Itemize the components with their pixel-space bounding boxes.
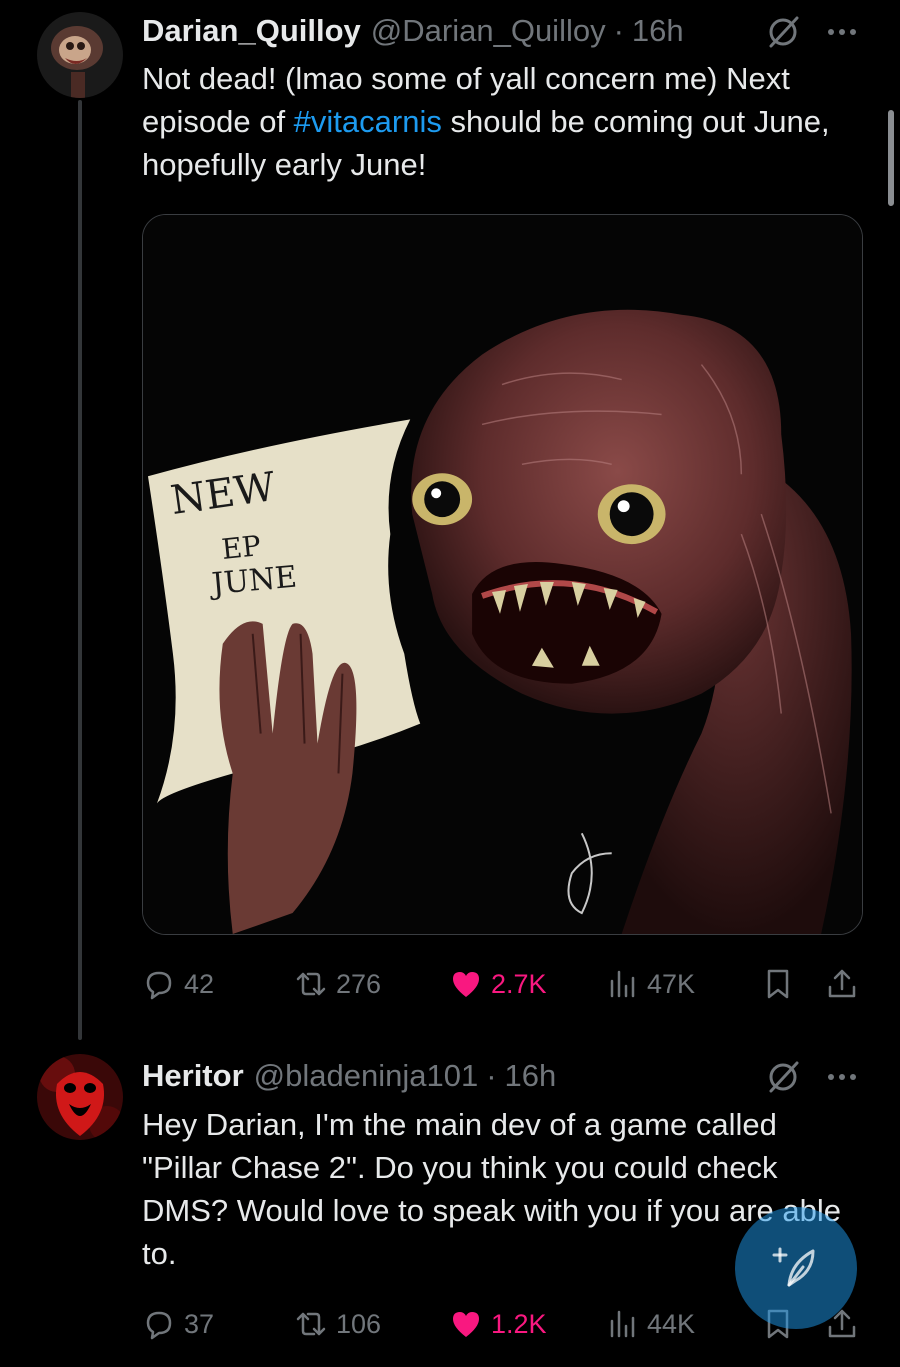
reply-count: 37 [184, 1308, 215, 1339]
bookmark-icon [767, 969, 789, 999]
reply-button[interactable]: 42 [142, 962, 214, 1006]
like-count: 2.7K [491, 968, 547, 999]
grok-icon[interactable] [763, 1057, 803, 1097]
avatar[interactable] [37, 1054, 123, 1140]
like-button[interactable]: 1.2K [449, 1302, 547, 1346]
views-icon [610, 970, 635, 998]
repost-count: 276 [336, 968, 382, 999]
tweet-header: Darian_Quilloy @Darian_Quilloy · 16h [142, 11, 684, 51]
repost-count: 106 [336, 1308, 382, 1339]
heart-icon [453, 1312, 479, 1337]
reply-button[interactable]: 37 [142, 1302, 214, 1346]
repost-icon [296, 972, 326, 996]
scrollbar[interactable] [888, 110, 894, 206]
reply-count: 42 [184, 968, 215, 999]
reply-icon [146, 971, 172, 1000]
views-count: 44K [647, 1308, 696, 1339]
views-count: 47K [647, 968, 696, 999]
reply-icon [146, 1311, 172, 1340]
tweet-image[interactable]: NEW EP JUNE [142, 214, 863, 935]
avatar[interactable] [37, 12, 123, 98]
repost-button[interactable]: 106 [294, 1302, 381, 1346]
heart-icon [453, 972, 479, 997]
author-handle[interactable]: @Darian_Quilloy [371, 13, 606, 49]
repost-button[interactable]: 276 [294, 962, 381, 1006]
views-icon [610, 1310, 635, 1338]
tweet-actions: 42 276 2.7K 47K [142, 962, 862, 1006]
note-line-2: EP [220, 529, 262, 566]
author-name[interactable]: Heritor [142, 1058, 244, 1094]
share-button[interactable] [825, 962, 867, 1006]
author-name[interactable]: Darian_Quilloy [142, 13, 361, 49]
compose-button[interactable] [735, 1207, 857, 1329]
grok-icon[interactable] [763, 12, 803, 52]
thread-connector-line [78, 100, 82, 1040]
tweet-header: Heritor @bladeninja101 · 16h [142, 1056, 556, 1096]
views-button[interactable]: 47K [605, 962, 695, 1006]
share-icon [828, 969, 856, 998]
repost-icon [296, 1312, 326, 1336]
timestamp[interactable]: 16h [632, 13, 684, 49]
separator: · [486, 1058, 497, 1093]
like-button[interactable]: 2.7K [449, 962, 547, 1006]
more-icon[interactable] [822, 1057, 862, 1097]
separator: · [613, 13, 624, 48]
tweet-text: Not dead! (lmao some of yall concern me)… [142, 57, 862, 186]
timestamp[interactable]: 16h [505, 1058, 557, 1094]
views-button[interactable]: 44K [605, 1302, 695, 1346]
author-handle[interactable]: @bladeninja101 [254, 1058, 479, 1094]
like-count: 1.2K [491, 1308, 547, 1339]
more-icon[interactable] [822, 12, 862, 52]
bookmark-button[interactable] [761, 962, 803, 1006]
compose-icon [772, 1247, 815, 1287]
hashtag-link[interactable]: #vitacarnis [294, 104, 442, 139]
